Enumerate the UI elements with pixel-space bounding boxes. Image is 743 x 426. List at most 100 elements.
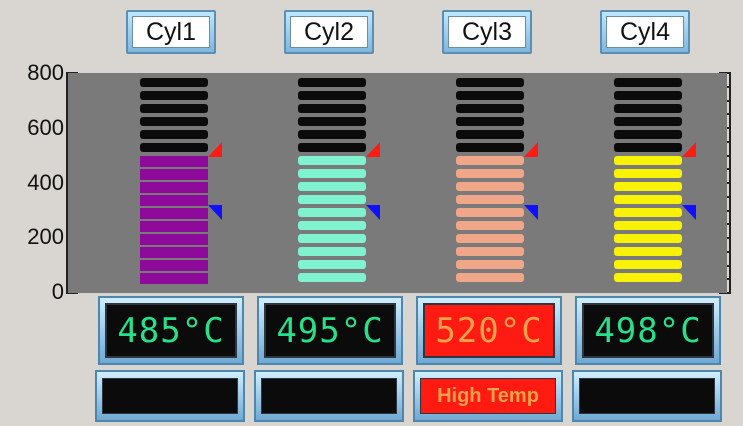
bar-segment-filled [614, 156, 682, 165]
low-limit-marker-icon [524, 204, 538, 220]
bar-segment-filled [298, 208, 366, 217]
axis-label-0: 0 [51, 279, 64, 304]
bar-segment-filled [140, 247, 208, 258]
bar-segment-empty [298, 91, 366, 100]
bar-segment-filled [140, 169, 208, 180]
bar-segment-filled [614, 195, 682, 204]
cyl2-status-text [261, 378, 397, 414]
right-axis-line [729, 72, 731, 294]
bar-segment-filled [140, 195, 208, 206]
low-limit-marker-icon [366, 204, 380, 220]
bar-segment-filled [456, 182, 524, 191]
bar-segment-filled [140, 208, 208, 219]
bar-segment-empty [456, 117, 524, 126]
cyl1-temp-readout: 485°C [98, 296, 244, 365]
bar-segment-empty [614, 130, 682, 139]
bar-segment-empty [140, 104, 208, 113]
cyl3-temp-readout: 520°C [416, 296, 562, 365]
cyl2-bar [298, 73, 380, 293]
bar-segment-filled [456, 169, 524, 178]
high-limit-marker-icon [524, 142, 538, 157]
cyl2-status-box [254, 370, 404, 422]
cyl2-temp-readout: 495°C [257, 296, 403, 365]
bar-segment-filled [614, 169, 682, 178]
bar-segment-empty [298, 78, 366, 87]
bar-segment-empty [298, 104, 366, 113]
bar-segment-filled [298, 273, 366, 282]
bar-segment-filled [456, 221, 524, 230]
cyl4-temp-value: 498°C [582, 303, 714, 358]
bar-segment-filled [140, 182, 208, 193]
low-limit-marker-icon [682, 204, 696, 220]
bar-segment-filled [614, 247, 682, 256]
cyl2-temp-value: 495°C [264, 303, 396, 358]
bar-segment-filled [140, 234, 208, 245]
bar-segment-filled [614, 221, 682, 230]
bar-segment-filled [614, 182, 682, 191]
bar-segment-filled [456, 234, 524, 243]
cyl4-button-label: Cyl4 [606, 16, 684, 48]
cyl3-status-box: High Temp [413, 370, 563, 422]
bar-segment-empty [456, 104, 524, 113]
bar-segment-filled [140, 156, 208, 167]
axis-label-600: 600 [27, 115, 64, 140]
temperature-gauge-area [68, 73, 727, 293]
bar-segment-empty [298, 117, 366, 126]
bar-segment-empty [298, 143, 366, 152]
cyl1-bar [140, 73, 222, 293]
bar-segment-filled [456, 260, 524, 269]
bar-segment-filled [298, 156, 366, 165]
bar-segment-empty [614, 117, 682, 126]
cyl1-temp-value: 485°C [105, 303, 237, 358]
cyl4-button[interactable]: Cyl4 [600, 10, 690, 54]
bar-segment-filled [456, 208, 524, 217]
hmi-panel: Cyl1 Cyl2 Cyl3 Cyl4 800 600 400 200 0 48… [0, 0, 743, 426]
bar-segment-filled [614, 273, 682, 282]
axis-label-400: 400 [27, 170, 64, 195]
cyl3-button-label: Cyl3 [448, 16, 526, 48]
bar-segment-filled [456, 247, 524, 256]
axis-label-200: 200 [27, 224, 64, 249]
bar-segment-filled [298, 169, 366, 178]
bar-segment-filled [614, 208, 682, 217]
bar-segment-filled [298, 195, 366, 204]
cyl4-temp-readout: 498°C [575, 296, 721, 365]
bar-segment-empty [298, 130, 366, 139]
cyl2-button[interactable]: Cyl2 [284, 10, 374, 54]
cyl2-button-label: Cyl2 [290, 16, 368, 48]
high-limit-marker-icon [208, 142, 222, 157]
bar-segment-empty [456, 91, 524, 100]
bar-segment-filled [298, 260, 366, 269]
cyl1-button-label: Cyl1 [132, 16, 210, 48]
cyl1-status-text [102, 378, 238, 414]
cyl1-status-box [95, 370, 245, 422]
bar-segment-empty [456, 130, 524, 139]
bar-segment-empty [140, 130, 208, 139]
high-limit-marker-icon [366, 142, 380, 157]
bar-segment-empty [140, 143, 208, 152]
axis-label-800: 800 [27, 60, 64, 85]
bar-segment-empty [140, 117, 208, 126]
bar-segment-empty [614, 91, 682, 100]
bar-segment-filled [298, 221, 366, 230]
high-limit-marker-icon [682, 142, 696, 157]
cyl3-status-text: High Temp [420, 378, 556, 414]
bar-segment-filled [140, 273, 208, 284]
bar-segment-empty [614, 78, 682, 87]
bar-segment-filled [614, 234, 682, 243]
cyl3-bar [456, 73, 538, 293]
low-limit-marker-icon [208, 204, 222, 220]
bar-segment-empty [614, 104, 682, 113]
bar-segment-filled [614, 260, 682, 269]
cyl1-button[interactable]: Cyl1 [126, 10, 216, 54]
cyl4-status-box [572, 370, 722, 422]
bar-segment-empty [140, 91, 208, 100]
cyl3-button[interactable]: Cyl3 [442, 10, 532, 54]
bar-segment-filled [298, 234, 366, 243]
bar-segment-filled [140, 221, 208, 232]
cyl4-status-text [579, 378, 715, 414]
bar-segment-filled [456, 195, 524, 204]
bar-segment-empty [456, 78, 524, 87]
bar-segment-filled [456, 273, 524, 282]
bar-segment-empty [456, 143, 524, 152]
